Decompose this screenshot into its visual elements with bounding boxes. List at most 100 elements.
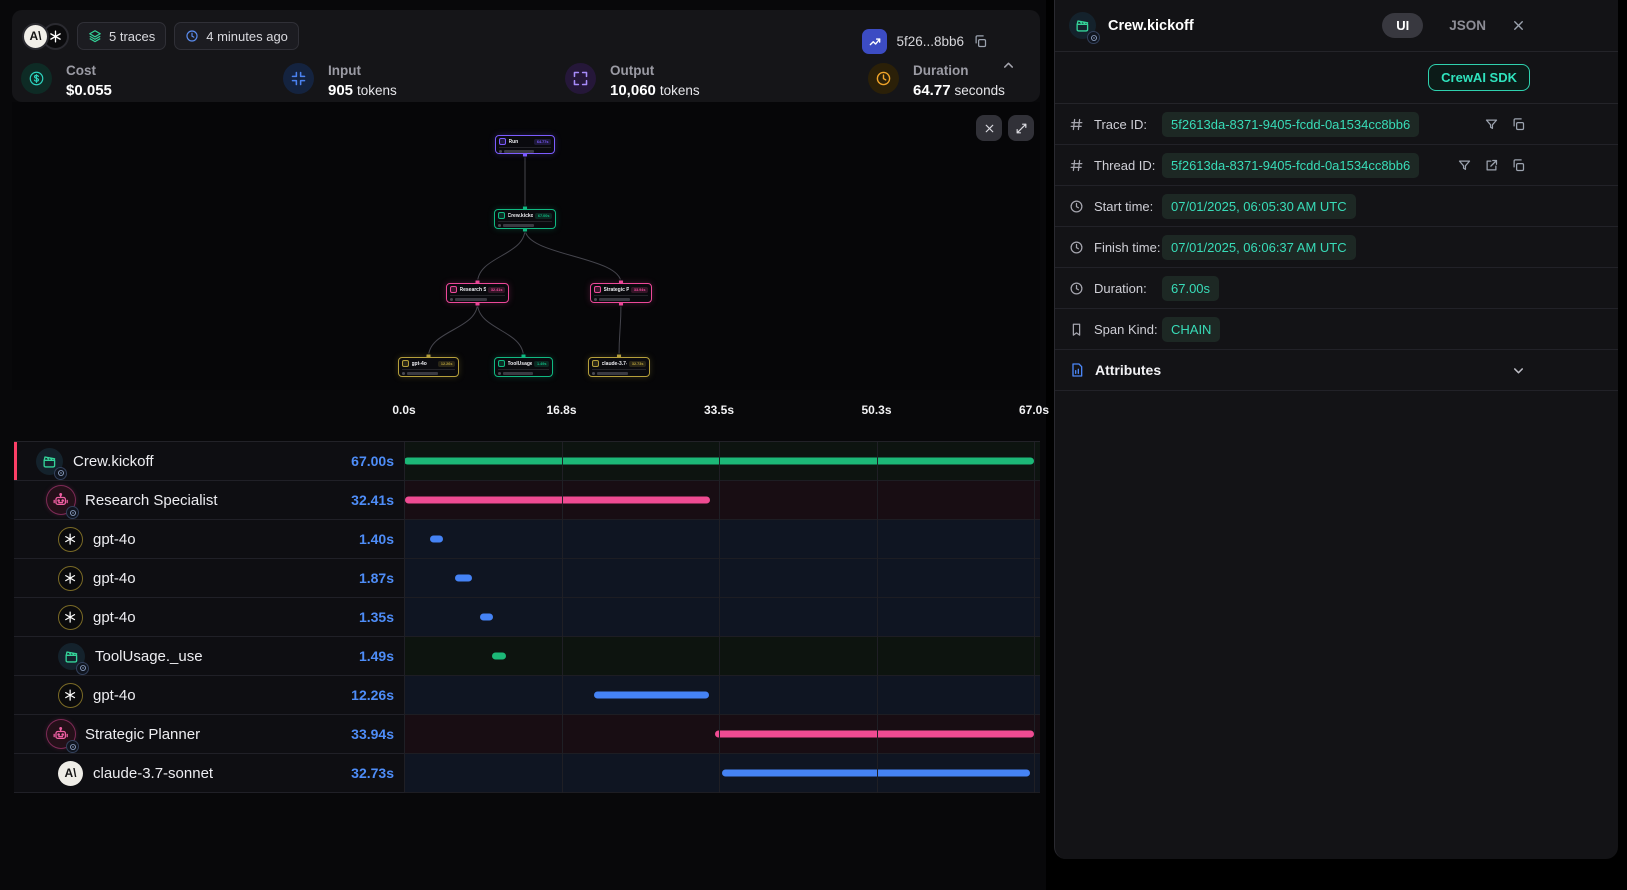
span-duration-bar[interactable] <box>405 497 710 504</box>
node-title-row: gpt-4o12.26s <box>402 360 455 367</box>
agent-robot-icon <box>47 720 75 748</box>
span-name-cell[interactable]: gpt-4o1.40s <box>14 520 404 559</box>
node-subtitle-icon <box>498 224 501 227</box>
span-name-cell[interactable]: Strategic Planner33.94s <box>14 715 404 754</box>
node-title: Strategic Planner <box>604 287 629 293</box>
span-gantt-cell <box>404 559 1040 598</box>
span-row[interactable]: A\claude-3.7-sonnet32.73s <box>14 754 1040 793</box>
panel-header: Crew.kickoff UI JSON <box>1055 0 1618 52</box>
traces-count-chip[interactable]: 5 traces <box>77 22 166 50</box>
graph-node-crew[interactable]: Crew.kickoff67.00s <box>494 209 556 229</box>
span-name-cell[interactable]: Crew.kickoff67.00s <box>14 442 404 481</box>
agent-robot-icon <box>47 486 75 514</box>
span-name-cell[interactable]: Research Specialist32.41s <box>14 481 404 520</box>
crewai-icon <box>36 448 63 475</box>
detail-actions <box>1457 158 1526 173</box>
copy-icon[interactable] <box>1511 158 1526 173</box>
span-gantt-cell <box>404 481 1040 520</box>
node-subtitle-row <box>499 147 551 153</box>
graph-node-gpt[interactable]: gpt-4o12.26s <box>398 357 459 377</box>
span-duration-bar[interactable] <box>404 458 1034 465</box>
node-subtitle-text <box>599 298 630 301</box>
node-type-icon <box>594 286 601 293</box>
close-graph-button[interactable] <box>976 115 1002 141</box>
tab-ui[interactable]: UI <box>1382 13 1423 38</box>
layers-icon <box>88 29 102 43</box>
span-details: Trace ID:5f2613da-8371-9405-fcdd-0a1534c… <box>1055 104 1618 350</box>
copy-icon[interactable] <box>1511 117 1526 132</box>
span-row[interactable]: Crew.kickoff67.00s <box>14 442 1040 481</box>
span-name-cell[interactable]: ToolUsage._use1.49s <box>14 637 404 676</box>
span-gantt-cell <box>404 598 1040 637</box>
node-subtitle-text <box>503 224 534 227</box>
agentops-badge-icon <box>54 467 67 480</box>
span-duration-bar[interactable] <box>455 575 473 582</box>
time-axis: 0.0s16.8s33.5s50.3s67.0s <box>14 396 1040 441</box>
detail-row-starttime: Start time:07/01/2025, 06:05:30 AM UTC <box>1055 186 1618 227</box>
external-link-icon[interactable] <box>1484 158 1499 173</box>
span-duration-bar[interactable] <box>492 653 506 660</box>
node-title: Run <box>509 139 519 145</box>
node-subtitle-row <box>594 295 648 301</box>
span-row[interactable]: gpt-4o1.40s <box>14 520 1040 559</box>
node-title: ToolUsage._use <box>508 361 532 367</box>
span-name: gpt-4o <box>93 609 136 626</box>
graph-node-strategic[interactable]: Strategic Planner33.94s <box>590 283 652 303</box>
detail-label: Thread ID: <box>1094 158 1162 173</box>
span-row[interactable]: gpt-4o12.26s <box>14 676 1040 715</box>
node-duration-badge: 32.73s <box>629 361 646 367</box>
trace-age-label: 4 minutes ago <box>206 29 288 44</box>
detail-label: Trace ID: <box>1094 117 1162 132</box>
graph-node-claude[interactable]: claude-3.7-sonnet32.73s <box>588 357 650 377</box>
stat-text: Output10,060tokens <box>610 63 700 99</box>
span-duration-bar[interactable] <box>430 536 443 543</box>
trace-id-short: 5f26...8bb6 <box>896 34 964 49</box>
panel-title: Crew.kickoff <box>1108 18 1194 34</box>
anthropic-logo-avatar: A\ <box>22 23 49 50</box>
span-gantt-cell <box>404 520 1040 559</box>
node-title: gpt-4o <box>412 361 427 367</box>
detail-label: Finish time: <box>1094 240 1162 255</box>
agentops-badge-icon <box>76 662 89 675</box>
span-row[interactable]: Research Specialist32.41s <box>14 481 1040 520</box>
span-name-cell[interactable]: gpt-4o12.26s <box>14 676 404 715</box>
filter-icon[interactable] <box>1457 158 1472 173</box>
filter-icon[interactable] <box>1484 117 1499 132</box>
trace-age-chip[interactable]: 4 minutes ago <box>174 22 299 50</box>
node-title-row: claude-3.7-sonnet32.73s <box>592 360 646 367</box>
graph-node-run[interactable]: Run64.77s <box>495 135 555 154</box>
node-subtitle-text <box>504 150 534 153</box>
detail-label: Span Kind: <box>1094 322 1162 337</box>
stat-output: Output10,060tokens <box>565 63 700 99</box>
copy-trace-id-button[interactable] <box>973 34 988 49</box>
graph-node-research[interactable]: Research Speciali...32.41s <box>446 283 509 303</box>
span-row[interactable]: Strategic Planner33.94s <box>14 715 1040 754</box>
span-name-cell[interactable]: A\claude-3.7-sonnet32.73s <box>14 754 404 793</box>
expand4-icon <box>565 63 596 94</box>
node-type-icon <box>450 286 457 293</box>
clock-icon <box>1069 199 1085 214</box>
stat-text: Input905tokens <box>328 63 397 99</box>
attributes-section-toggle[interactable]: Attributes <box>1055 350 1618 391</box>
axis-tick: 0.0s <box>392 403 415 417</box>
span-duration-bar[interactable] <box>722 770 1030 777</box>
span-row[interactable]: gpt-4o1.35s <box>14 598 1040 637</box>
tab-json[interactable]: JSON <box>1443 17 1492 34</box>
span-name-cell[interactable]: gpt-4o1.35s <box>14 598 404 637</box>
span-name: gpt-4o <box>93 687 136 704</box>
node-subtitle-text <box>407 372 438 375</box>
stat-label: Output <box>610 63 700 78</box>
span-duration-bar[interactable] <box>480 614 493 621</box>
crewai-icon <box>1069 12 1096 39</box>
span-duration-bar[interactable] <box>594 692 709 699</box>
graph-node-tool[interactable]: ToolUsage._use1.49s <box>494 357 553 377</box>
detail-value-chip: 67.00s <box>1162 276 1219 301</box>
expand-graph-button[interactable] <box>1008 115 1034 141</box>
span-gantt-cell <box>404 637 1040 676</box>
span-row[interactable]: gpt-4o1.87s <box>14 559 1040 598</box>
trend-badge-icon[interactable] <box>862 29 887 54</box>
span-duration-bar[interactable] <box>715 731 1034 738</box>
span-row[interactable]: ToolUsage._use1.49s <box>14 637 1040 676</box>
span-name-cell[interactable]: gpt-4o1.87s <box>14 559 404 598</box>
close-panel-button[interactable] <box>1511 18 1526 33</box>
